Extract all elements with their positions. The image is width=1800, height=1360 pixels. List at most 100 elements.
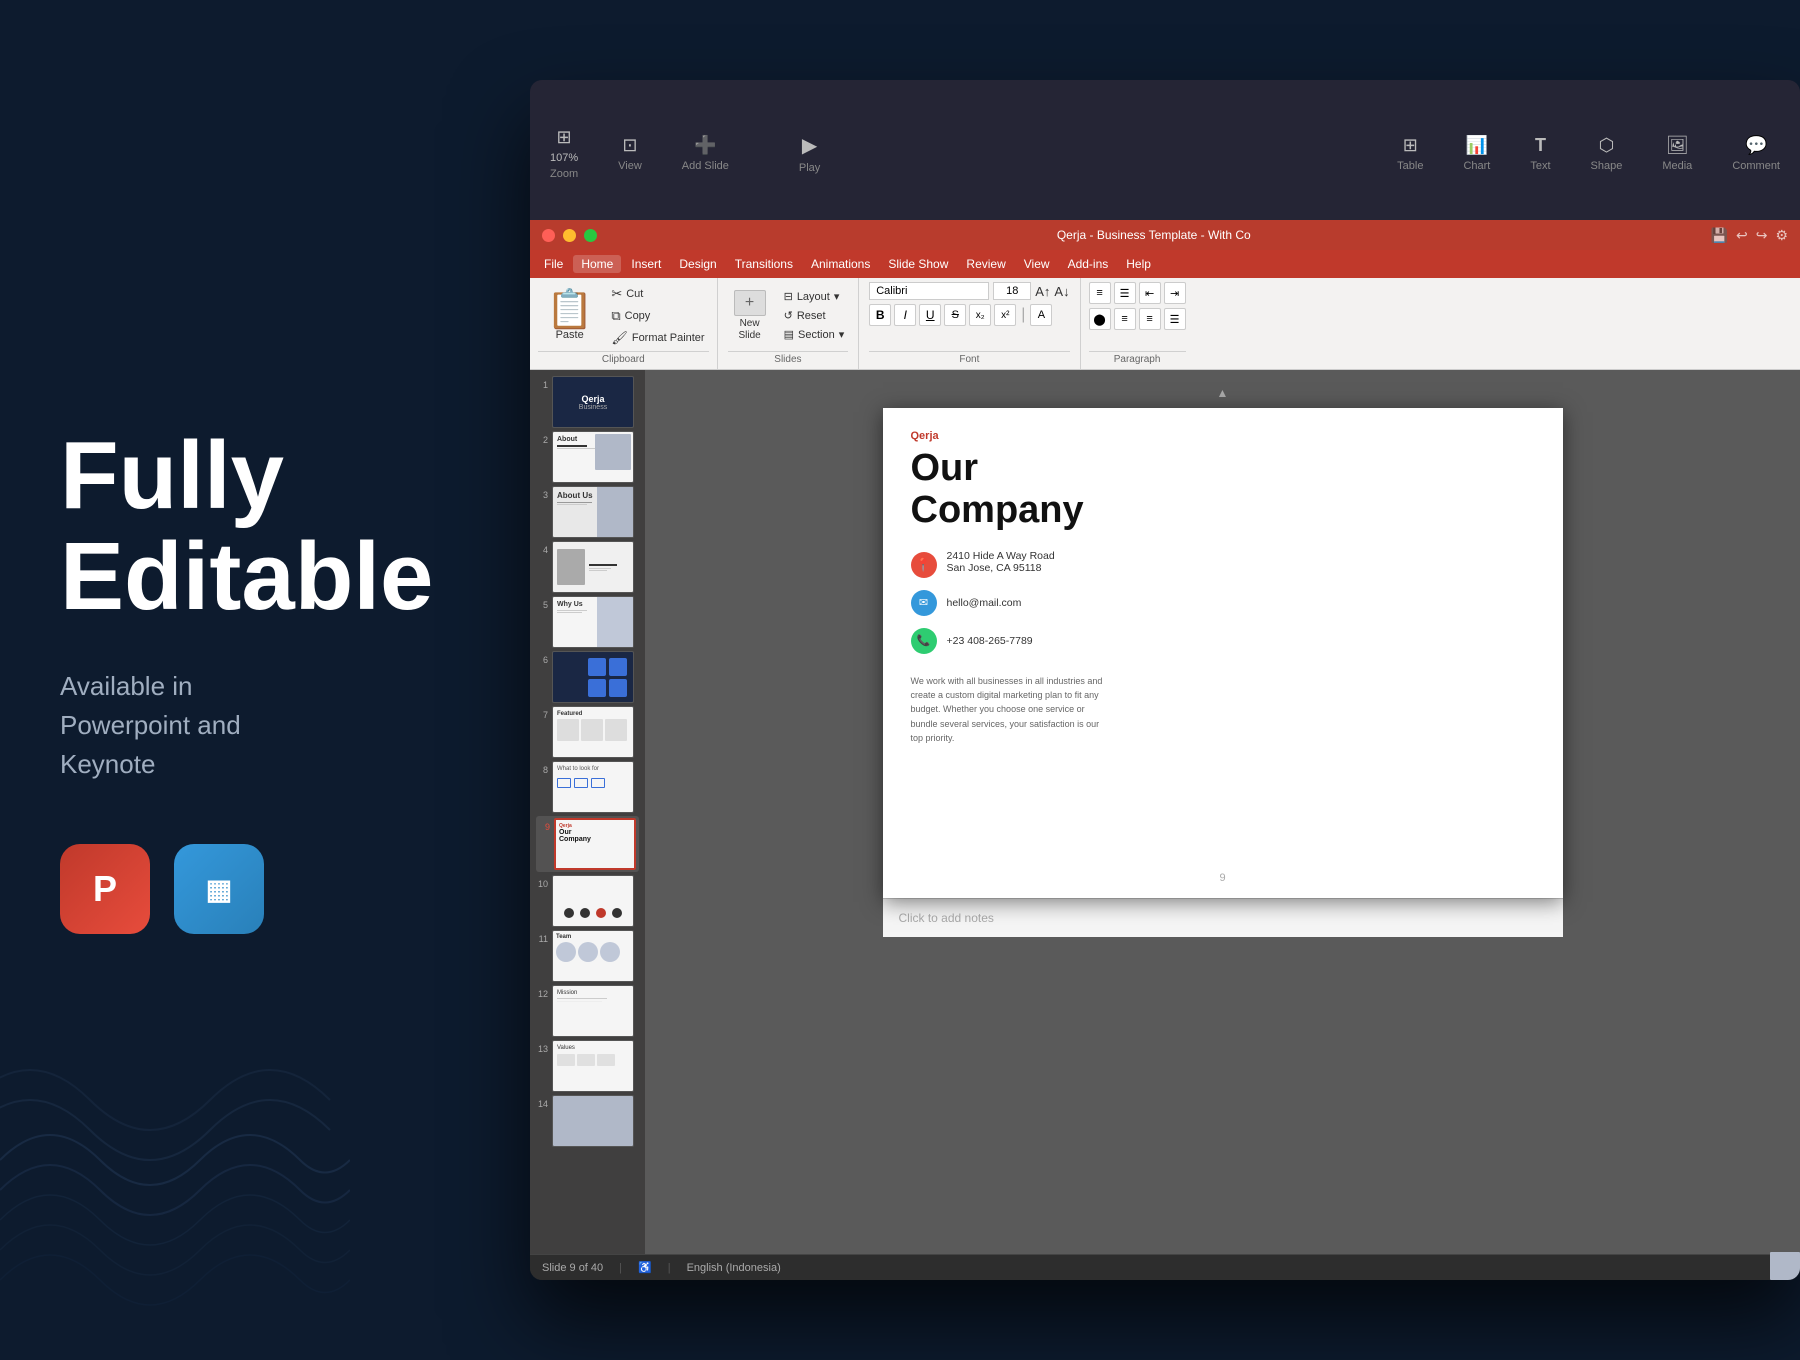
paste-button[interactable]: 📋 Paste [538,282,601,349]
minimize-button[interactable] [563,229,576,242]
strikethrough-button[interactable]: S [944,304,966,326]
slide-panel[interactable]: 1 Qerja Business 2 About [530,370,645,1254]
italic-button[interactable]: I [894,304,916,326]
menu-transitions[interactable]: Transitions [727,255,801,273]
table-control[interactable]: ⊞ Table [1397,135,1423,172]
numbered-list-button[interactable]: ☰ [1114,282,1136,304]
indent-increase-button[interactable]: ⇥ [1164,282,1186,304]
align-left-button[interactable]: ⬤ [1089,308,1111,330]
cut-button[interactable]: ✂ Cut [607,284,708,304]
shape-control[interactable]: ⬡ Shape [1591,135,1623,172]
menu-animations[interactable]: Animations [803,255,878,273]
slide-canvas-area[interactable]: ▲ Qerja Our Company [645,370,1800,1254]
present-icon[interactable]: ⚙ [1775,227,1788,244]
play-label: Play [799,162,820,174]
close-button[interactable] [542,229,555,242]
menu-review[interactable]: Review [958,255,1013,273]
slide-thumb-8-content: What to look for [553,762,633,792]
text-effects-button[interactable]: A [1030,304,1052,326]
slide-canvas[interactable]: Qerja Our Company 📍 2410 Hi [883,408,1563,898]
add-slide-control[interactable]: ➕ Add Slide [682,135,729,172]
menu-view[interactable]: View [1016,255,1058,273]
slide-thumb-1[interactable]: Qerja Business [552,376,634,428]
view-control[interactable]: ⊡ View [618,135,642,172]
indent-decrease-button[interactable]: ⇤ [1139,282,1161,304]
redo-icon[interactable]: ↪ [1756,227,1768,244]
bold-button[interactable]: B [869,304,891,326]
slide-thumb-2[interactable]: About [552,431,634,483]
keynote-icon-letter: ▦ [206,873,232,906]
view-label: View [618,160,642,172]
slide-item-3[interactable]: 3 About Us [536,486,639,538]
menu-design[interactable]: Design [671,255,724,273]
subscript-button[interactable]: x₂ [969,304,991,326]
font-controls: A↑ A↓ B I U S x₂ x² | A [869,282,1069,349]
play-control[interactable]: ▶ Play [799,133,820,174]
slide-item-4[interactable]: 4 [536,541,639,593]
slide-thumb-12[interactable]: Mission [552,985,634,1037]
slide-item-1[interactable]: 1 Qerja Business [536,376,639,428]
menu-addins[interactable]: Add-ins [1060,255,1117,273]
slide-item-7[interactable]: 7 Featured [536,706,639,758]
slide-item-11[interactable]: 11 Team [536,930,639,982]
slide-item-13[interactable]: 13 Values [536,1040,639,1092]
section-button[interactable]: ▤ Section ▾ [780,326,849,343]
maximize-button[interactable] [584,229,597,242]
slide-item-14[interactable]: 14 [536,1095,639,1147]
notes-placeholder: Click to add notes [899,911,994,925]
notes-area[interactable]: Click to add notes [883,898,1563,937]
bullet-list-button[interactable]: ≡ [1089,282,1111,304]
align-right-button[interactable]: ≡ [1139,308,1161,330]
menu-slideshow[interactable]: Slide Show [880,255,956,273]
slide-thumb-7[interactable]: Featured [552,706,634,758]
slide-9-content: Qerja Our Company 📍 2410 Hi [883,408,1563,898]
menu-home[interactable]: Home [573,255,621,273]
text-control[interactable]: T Text [1530,135,1550,172]
slide-thumb-4-text [585,560,621,575]
slide-item-9[interactable]: 9 Qerja OurCompany [536,816,639,872]
chart-control[interactable]: 📊 Chart [1463,135,1490,172]
slide-thumb-8[interactable]: What to look for [552,761,634,813]
slide-thumb-10[interactable] [552,875,634,927]
menu-insert[interactable]: Insert [623,255,669,273]
comment-control[interactable]: 💬 Comment [1732,135,1780,172]
slide-thumb-5[interactable]: Why Us [552,596,634,648]
slide-item-12[interactable]: 12 Mission [536,985,639,1037]
undo-icon[interactable]: ↩ [1736,227,1748,244]
layout-button[interactable]: ⊟ Layout ▾ [780,288,849,305]
main-heading: Fully Editable [60,426,580,628]
slide-thumb-9[interactable]: Qerja OurCompany [554,818,636,870]
paste-icon: 📋 [546,291,593,329]
copy-button[interactable]: ⧉ Copy [607,306,708,326]
menu-help[interactable]: Help [1118,255,1159,273]
font-increase-icon[interactable]: A↑ [1035,284,1050,299]
font-decrease-icon[interactable]: A↓ [1054,284,1069,299]
reset-button[interactable]: ↺ Reset [780,307,849,324]
slide-thumb-13[interactable]: Values [552,1040,634,1092]
section-chevron: ▾ [839,328,845,341]
menu-file[interactable]: File [536,255,571,273]
slide-item-10[interactable]: 10 [536,875,639,927]
window-controls [542,229,597,242]
slide-thumb-4[interactable] [552,541,634,593]
superscript-button[interactable]: x² [994,304,1016,326]
zoom-control[interactable]: ⊞ 107% Zoom [550,127,578,180]
font-name-input[interactable] [869,282,989,300]
justify-button[interactable]: ☰ [1164,308,1186,330]
slide-item-8[interactable]: 8 What to look for [536,761,639,813]
new-slide-button[interactable]: + NewSlide [728,286,772,346]
slide-thumb-6[interactable] [552,651,634,703]
slide-thumb-11[interactable]: Team [552,930,634,982]
ribbon: 📋 Paste ✂ Cut ⧉ Copy [530,278,1800,370]
slide-item-5[interactable]: 5 Why Us [536,596,639,648]
media-control[interactable]: 🖼 Media [1662,135,1692,172]
slide-thumb-14[interactable] [552,1095,634,1147]
save-icon[interactable]: 💾 [1711,227,1728,244]
slide-thumb-3[interactable]: About Us [552,486,634,538]
align-center-button[interactable]: ≡ [1114,308,1136,330]
underline-button[interactable]: U [919,304,941,326]
format-painter-button[interactable]: 🖌 Format Painter [607,328,708,348]
slide-item-2[interactable]: 2 About [536,431,639,483]
font-size-input[interactable] [993,282,1031,300]
slide-item-6[interactable]: 6 [536,651,639,703]
